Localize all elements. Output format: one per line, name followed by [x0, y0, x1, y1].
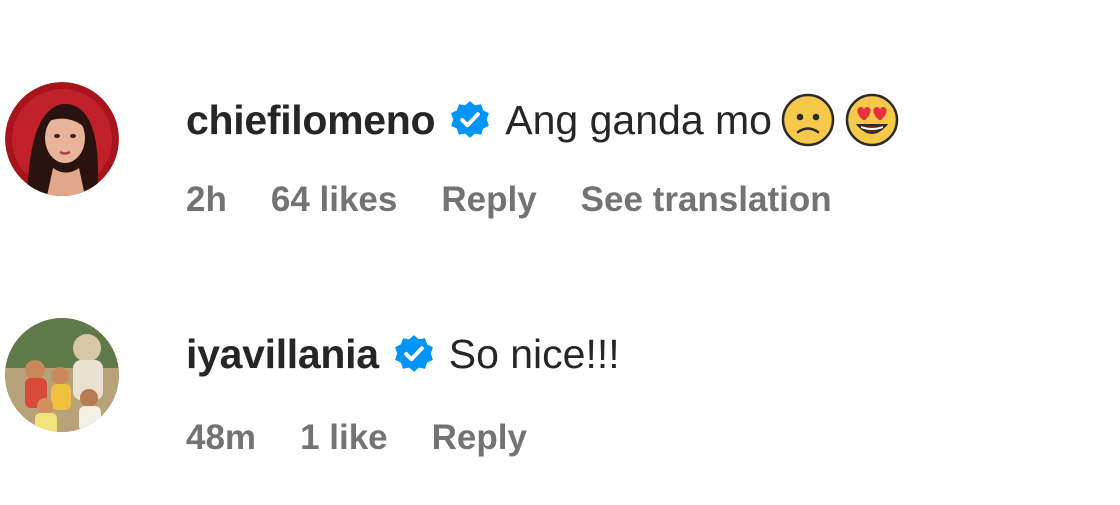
comment-meta: 48m 1 like Reply — [186, 418, 571, 458]
verified-badge-icon — [451, 101, 490, 138]
avatar[interactable] — [5, 318, 119, 432]
comment-text: So nice!!! — [448, 330, 620, 377]
username[interactable]: iyavillania — [186, 331, 379, 378]
reply-button[interactable]: Reply — [441, 180, 536, 220]
username[interactable]: chiefilomeno — [186, 97, 436, 144]
comment-item: chiefilomeno Ang ganda mo 2h 64 likes Re… — [0, 82, 1120, 242]
comment-item: iyavillania So nice!!! 48m 1 like Reply — [0, 318, 1120, 478]
comment-time: 2h — [186, 180, 227, 219]
verified-badge-icon — [394, 335, 433, 372]
reply-button[interactable]: Reply — [432, 418, 527, 458]
comment-time: 48m — [186, 418, 257, 457]
profile-photo-icon — [5, 82, 119, 196]
heart-eyes-emoji-icon — [845, 93, 899, 147]
likes-count[interactable]: 64 likes — [271, 180, 398, 220]
comment-main-line: iyavillania So nice!!! — [186, 322, 620, 386]
comment-text: Ang ganda mo — [505, 96, 772, 143]
profile-photo-icon — [5, 318, 119, 432]
sad-face-emoji-icon — [781, 93, 835, 147]
comment-meta: 2h 64 likes Reply See translation — [186, 180, 876, 220]
avatar[interactable] — [5, 82, 119, 196]
comment-main-line: chiefilomeno Ang ganda mo — [186, 88, 900, 152]
see-translation-button[interactable]: See translation — [581, 180, 832, 220]
likes-count[interactable]: 1 like — [300, 418, 388, 458]
